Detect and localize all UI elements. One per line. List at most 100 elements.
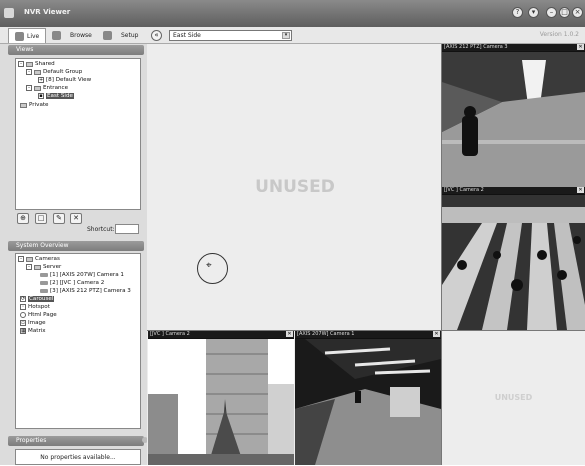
minimize-button[interactable]: – — [546, 7, 557, 18]
matrix-icon: ▦ — [20, 328, 26, 334]
unused-slot-large[interactable]: UNUSED — [148, 44, 442, 331]
properties-header[interactable]: Properties — [8, 436, 144, 446]
grid-divider — [441, 44, 442, 465]
tree-node-image-label: Image — [28, 320, 46, 326]
hotspot-icon: ◦ — [20, 304, 26, 310]
new-view-button[interactable]: ⊕ — [17, 213, 29, 224]
toolbar: Live Browse Setup — [0, 27, 585, 44]
cursor-highlight — [197, 253, 228, 284]
close-tile-icon[interactable]: ✕ — [286, 331, 293, 337]
view-icon: + — [38, 77, 44, 83]
tree-node-camera-1-label: [1] [AXIS 207W] Camera 1 — [50, 272, 124, 278]
maximize-button[interactable]: □ — [559, 7, 570, 18]
close-tile-icon[interactable]: ✕ — [433, 331, 440, 337]
image-icon: ▫ — [20, 320, 26, 326]
carousel-icon: ⟳ — [20, 296, 26, 302]
tree-node-shared-label: Shared — [35, 61, 55, 67]
tree-node-image[interactable]: ▫ Image — [20, 320, 46, 326]
system-overview-tree[interactable]: - Cameras - Server [1] [AXIS 207W] Camera … — [15, 253, 141, 429]
tree-node-matrix[interactable]: ▦ Matrix — [20, 328, 46, 334]
title-bar: NVR Viewer ? ▾ – □ × — [0, 0, 585, 27]
tree-node-shared[interactable]: - Shared — [18, 61, 55, 67]
tab-setup[interactable]: Setup — [103, 28, 138, 43]
tab-setup-label: Setup — [121, 32, 139, 39]
video-feed — [442, 52, 585, 187]
tree-node-camera-3-label: [3] [AXIS 212 PTZ] Camera 3 — [50, 288, 131, 294]
tree-node-default-view-label: [8] Default View — [46, 77, 92, 83]
collapse-icon[interactable]: - — [26, 264, 32, 270]
tree-node-default-group[interactable]: - Default Group — [26, 69, 82, 75]
camera-tile-title: [AXIS 207W] Camera 1 — [295, 331, 441, 338]
browse-icon — [52, 31, 61, 40]
views-header[interactable]: Views — [8, 45, 144, 55]
collapse-icon[interactable]: - — [26, 69, 32, 75]
tree-node-html-page[interactable]: Html Page — [20, 312, 57, 318]
tree-node-east-side-label: East Side — [46, 93, 74, 99]
collapse-icon[interactable]: - — [18, 256, 24, 262]
view-select[interactable]: East Side ▾ — [169, 30, 292, 41]
camera-icon — [40, 289, 48, 293]
camera-icon — [40, 281, 48, 285]
tree-node-private[interactable]: Private — [20, 102, 49, 108]
tab-live[interactable]: Live — [8, 28, 47, 43]
new-folder-button[interactable]: □ — [35, 213, 47, 224]
menu-icon[interactable]: ▾ — [528, 7, 539, 18]
tab-browse[interactable]: Browse — [52, 28, 92, 43]
system-overview-header[interactable]: System Overview — [8, 241, 144, 251]
tree-node-east-side[interactable]: ▪ East Side — [38, 93, 74, 99]
unused-slot-small[interactable]: UNUSED — [442, 331, 585, 465]
camera-tile-axis-212-ptz[interactable]: [AXIS 212 PTZ] Camera 3 ✕ — [442, 44, 585, 187]
folder-icon — [34, 85, 41, 91]
tree-node-camera-2-label: [2] [JVC ] Camera 2 — [50, 280, 105, 286]
camera-tile-title: [JVC ] Camera 2 — [148, 331, 294, 338]
camera-tile-axis-207w[interactable]: [AXIS 207W] Camera 1 ✕ — [295, 331, 441, 465]
camera-icon — [40, 273, 48, 277]
tree-node-private-label: Private — [29, 102, 49, 108]
view-select-value: East Side — [173, 32, 201, 39]
folder-icon — [26, 61, 33, 67]
edit-button[interactable]: ✎ — [53, 213, 65, 224]
collapse-icon[interactable]: - — [18, 61, 24, 67]
tree-node-cameras-label: Cameras — [35, 256, 60, 262]
tree-node-cameras[interactable]: - Cameras — [18, 256, 60, 262]
globe-icon — [20, 312, 26, 318]
close-button[interactable]: × — [572, 7, 583, 18]
shortcut-input[interactable] — [115, 224, 139, 234]
shortcut-label: Shortcut: — [87, 226, 115, 233]
tab-browse-label: Browse — [70, 32, 92, 39]
tree-node-server[interactable]: - Server — [26, 264, 61, 270]
tree-node-hotspot[interactable]: ◦ Hotspot — [20, 304, 50, 310]
camera-tile-jvc-escalator[interactable]: [JVC ] Camera 2 ✕ — [442, 187, 585, 330]
chevron-down-icon[interactable]: ▾ — [282, 32, 290, 39]
tree-node-html-page-label: Html Page — [28, 312, 57, 318]
grid-divider — [147, 330, 585, 331]
folder-icon — [20, 102, 27, 108]
tree-node-camera-3[interactable]: [3] [AXIS 212 PTZ] Camera 3 — [40, 288, 131, 294]
delete-button[interactable]: ✕ — [70, 213, 82, 224]
tab-live-label: Live — [27, 32, 40, 40]
help-icon[interactable]: ? — [512, 7, 523, 18]
camera-tile-title: [JVC ] Camera 2 — [442, 187, 585, 194]
tree-node-camera-2[interactable]: [2] [JVC ] Camera 2 — [40, 280, 104, 286]
properties-empty-text: No properties available... — [15, 449, 141, 465]
folder-icon — [26, 256, 33, 262]
video-feed — [295, 339, 441, 465]
tree-node-carousel[interactable]: ⟳ Carousel — [20, 296, 55, 302]
close-tile-icon[interactable]: ✕ — [577, 187, 584, 193]
tree-node-entrance[interactable]: - Entrance — [26, 85, 68, 91]
folder-icon — [34, 69, 41, 75]
video-feed — [148, 339, 294, 465]
version-text: Version 1.0.2 — [539, 31, 579, 38]
view-icon: ▪ — [38, 93, 44, 99]
camera-tile-title: [AXIS 212 PTZ] Camera 3 — [442, 44, 585, 51]
tree-node-camera-1[interactable]: [1] [AXIS 207W] Camera 1 — [40, 272, 124, 278]
mouse-cursor-icon: ⌖ — [206, 260, 212, 271]
close-tile-icon[interactable]: ✕ — [577, 44, 584, 50]
back-button[interactable]: « — [151, 30, 162, 41]
tree-node-default-view[interactable]: + [8] Default View — [38, 77, 91, 83]
tree-node-matrix-label: Matrix — [28, 328, 46, 334]
collapse-icon[interactable]: - — [26, 85, 32, 91]
camera-tile-jvc-street[interactable]: [JVC ] Camera 2 ✕ — [148, 331, 294, 465]
views-tree[interactable]: - Shared - Default Group + [8] Default View… — [15, 58, 141, 210]
tree-node-hotspot-label: Hotspot — [28, 304, 50, 310]
